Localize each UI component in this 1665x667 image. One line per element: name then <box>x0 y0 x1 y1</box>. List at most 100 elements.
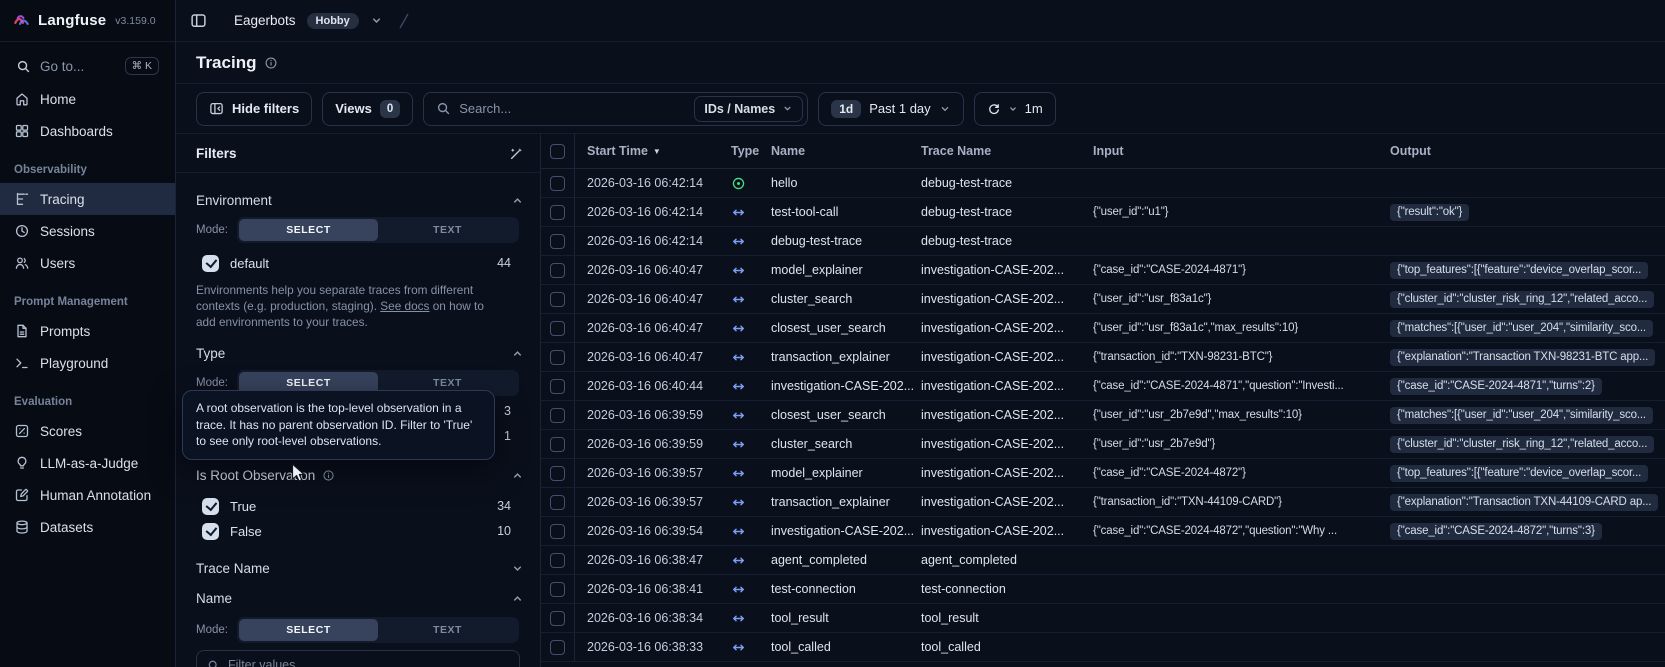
mode-label: Mode: <box>196 624 228 636</box>
column-name[interactable]: Name <box>763 144 913 158</box>
goto-search[interactable]: Go to... ⌘ K <box>8 51 167 81</box>
see-docs-link[interactable]: See docs <box>380 299 429 313</box>
filter-section-trace-name[interactable]: Trace Name <box>176 560 540 577</box>
row-checkbox[interactable] <box>550 581 565 597</box>
cell-name: tool_result <box>771 611 829 625</box>
row-checkbox[interactable] <box>550 494 565 510</box>
filter-section-name[interactable]: Name <box>176 590 540 607</box>
panel-close-icon <box>209 101 224 116</box>
sidebar-item-prompts[interactable]: Prompts <box>0 315 175 347</box>
views-button[interactable]: Views 0 <box>322 91 414 126</box>
row-checkbox[interactable] <box>550 204 565 220</box>
search-icon <box>207 659 220 667</box>
table-row[interactable]: 2026-03-16 06:39:59 closest_user_search in… <box>541 401 1665 430</box>
date-range-button[interactable]: 1d Past 1 day <box>818 91 964 126</box>
sidebar-item-home[interactable]: Home <box>0 83 175 115</box>
sidebar-item-playground[interactable]: Playground <box>0 347 175 379</box>
cell-type <box>717 292 763 307</box>
wand-icon[interactable] <box>509 146 524 161</box>
is-root-option-true[interactable]: True 34 <box>202 496 511 516</box>
sidebar-item-human-annotation[interactable]: Human Annotation <box>0 479 175 511</box>
sidebar-item-dashboards[interactable]: Dashboards <box>0 115 175 147</box>
row-checkbox[interactable] <box>550 320 565 336</box>
filter-section-is-root-observation[interactable]: Is Root Observation <box>176 467 540 484</box>
table-row[interactable]: 2026-03-16 06:39:57 model_explainer invest… <box>541 459 1665 488</box>
table-row[interactable]: 2026-03-16 06:40:47 cluster_search investi… <box>541 285 1665 314</box>
checkbox-checked[interactable] <box>202 522 219 540</box>
output-chip: {"case_id":"CASE-2024-4871","turns":2} <box>1390 377 1602 395</box>
sidebar-item-sessions[interactable]: Sessions <box>0 215 175 247</box>
refresh-button[interactable]: 1m <box>973 91 1056 126</box>
row-checkbox[interactable] <box>550 233 565 249</box>
sidebar-item-scores[interactable]: Scores <box>0 415 175 447</box>
org-name[interactable]: Eagerbots <box>234 13 296 28</box>
table-row[interactable]: 2026-03-16 06:38:33 tool_called tool_calle… <box>541 633 1665 662</box>
span-icon <box>731 611 746 626</box>
row-checkbox[interactable] <box>550 291 565 307</box>
table-row[interactable]: 2026-03-16 06:42:14 debug-test-trace debug… <box>541 227 1665 256</box>
output-chip: {"top_features":[{"feature":"device_over… <box>1390 261 1649 279</box>
column-type[interactable]: Type <box>717 144 763 158</box>
row-checkbox[interactable] <box>550 349 565 365</box>
checkbox-checked[interactable] <box>202 497 219 515</box>
search-scope-select[interactable]: IDs / Names <box>694 95 804 122</box>
mode-text-option[interactable]: TEXT <box>378 619 517 641</box>
row-checkbox[interactable] <box>550 262 565 278</box>
cell-start-time: 2026-03-16 06:39:59 <box>587 408 704 422</box>
column-trace-name[interactable]: Trace Name <box>913 144 1085 158</box>
option-count: 34 <box>497 499 511 513</box>
column-output[interactable]: Output <box>1382 144 1665 158</box>
select-all-checkbox[interactable] <box>550 143 565 159</box>
info-icon[interactable] <box>322 469 335 482</box>
cell-name: tool_called <box>771 640 831 654</box>
table-row[interactable]: 2026-03-16 06:39:57 transaction_explainer… <box>541 488 1665 517</box>
row-checkbox[interactable] <box>550 465 565 481</box>
table-row[interactable]: 2026-03-16 06:40:44 investigation-CASE-20… <box>541 372 1665 401</box>
search-input[interactable] <box>459 101 687 116</box>
table-row[interactable]: 2026-03-16 06:38:47 agent_completed agent_… <box>541 546 1665 575</box>
table-row[interactable]: 2026-03-16 06:40:47 model_explainer invest… <box>541 256 1665 285</box>
is-root-option-false[interactable]: False 10 <box>202 521 511 541</box>
org-switcher-chevron-icon[interactable] <box>370 14 383 27</box>
checkbox-checked[interactable] <box>202 254 219 272</box>
sidebar-item-users[interactable]: Users <box>0 247 175 279</box>
row-checkbox[interactable] <box>550 523 565 539</box>
sidebar-item-label: Dashboards <box>40 123 113 139</box>
table-row[interactable]: 2026-03-16 06:40:47 transaction_explainer… <box>541 343 1665 372</box>
sidebar-item-tracing[interactable]: Tracing <box>0 183 175 215</box>
table-row[interactable]: 2026-03-16 06:38:34 tool_result tool_resul… <box>541 604 1665 633</box>
mode-select-option[interactable]: SELECT <box>238 219 378 241</box>
row-checkbox[interactable] <box>550 610 565 626</box>
table-row[interactable]: 2026-03-16 06:39:59 cluster_search investi… <box>541 430 1665 459</box>
table-row[interactable]: 2026-03-16 06:42:14 test-tool-call debug-t… <box>541 198 1665 227</box>
environment-option-default[interactable]: default 44 <box>202 253 511 273</box>
table-row[interactable]: 2026-03-16 06:38:41 test-connection test-c… <box>541 575 1665 604</box>
span-icon <box>731 205 746 220</box>
sidebar-item-datasets[interactable]: Datasets <box>0 511 175 543</box>
row-checkbox[interactable] <box>550 175 565 191</box>
langfuse-logo-icon <box>12 11 31 30</box>
app-window: Langfuse v3.159.0 Go to... ⌘ K Home Dashb… <box>0 0 1665 667</box>
filter-values-input[interactable] <box>228 658 509 667</box>
mode-select-option[interactable]: SELECT <box>238 619 378 641</box>
hide-filters-button[interactable]: Hide filters <box>196 91 313 126</box>
mode-text-option[interactable]: TEXT <box>378 219 517 241</box>
row-checkbox[interactable] <box>550 378 565 394</box>
row-checkbox[interactable] <box>550 407 565 423</box>
filter-section-environment[interactable]: Environment <box>176 192 540 209</box>
span-icon <box>731 408 746 423</box>
table-row[interactable]: 2026-03-16 06:40:47 closest_user_search in… <box>541 314 1665 343</box>
row-checkbox[interactable] <box>550 552 565 568</box>
row-checkbox[interactable] <box>550 639 565 655</box>
table-row[interactable]: 2026-03-16 06:42:14 hello debug-test-trace <box>541 169 1665 198</box>
table-row[interactable]: 2026-03-16 06:39:54 investigation-CASE-20… <box>541 517 1665 546</box>
info-icon[interactable] <box>264 56 278 70</box>
column-start-time[interactable]: Start Time ▼ <box>575 144 717 158</box>
environment-mode-toggle: SELECT TEXT <box>236 217 519 243</box>
filter-section-type[interactable]: Type <box>176 345 540 362</box>
cell-start-time: 2026-03-16 06:39:57 <box>587 495 704 509</box>
column-input[interactable]: Input <box>1085 144 1382 158</box>
row-checkbox[interactable] <box>550 436 565 452</box>
sidebar-toggle-icon[interactable] <box>190 12 207 29</box>
sidebar-item-llm-as-a-judge[interactable]: LLM-as-a-Judge <box>0 447 175 479</box>
